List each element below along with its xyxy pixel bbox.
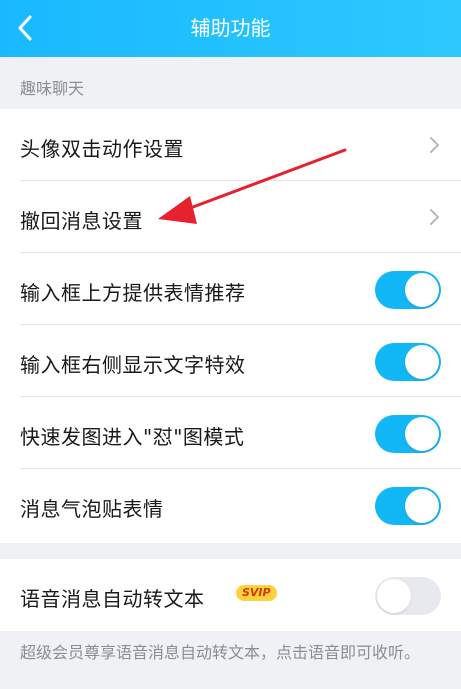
- toggle-knob: [405, 273, 439, 307]
- toggle-knob: [405, 417, 439, 451]
- bubble-stickers-toggle[interactable]: [375, 487, 441, 525]
- setting-label: 撤回消息设置: [20, 209, 143, 233]
- emoji-recommend-toggle[interactable]: [375, 271, 441, 309]
- voice-settings-list: 语音消息自动转文本 SVIP: [0, 559, 461, 631]
- toggle-knob: [405, 489, 439, 523]
- setting-label: 消息气泡贴表情: [20, 497, 164, 521]
- setting-row-voice-to-text: 语音消息自动转文本 SVIP: [0, 559, 461, 631]
- setting-row-recall-message[interactable]: 撤回消息设置: [0, 181, 461, 253]
- svip-badge: SVIP: [236, 585, 277, 601]
- chevron-right-icon: [430, 209, 439, 225]
- footnote-text: 超级会员尊享语音消息自动转文本，点击语音即可收听。: [20, 643, 421, 662]
- toggle-knob: [377, 579, 411, 613]
- setting-row-quick-image-mode: 快速发图进入"怼"图模式: [0, 397, 461, 469]
- voice-to-text-toggle[interactable]: [375, 577, 441, 615]
- section-header: 趣味聊天: [0, 57, 461, 109]
- setting-row-text-effects: 输入框右侧显示文字特效: [0, 325, 461, 397]
- chevron-right-icon: [430, 137, 439, 153]
- setting-row-bubble-stickers: 消息气泡贴表情: [0, 469, 461, 541]
- section-title: 趣味聊天: [20, 79, 85, 98]
- setting-row-avatar-double-tap[interactable]: 头像双击动作设置: [0, 109, 461, 181]
- setting-row-emoji-recommend: 输入框上方提供表情推荐: [0, 253, 461, 325]
- quick-image-mode-toggle[interactable]: [375, 415, 441, 453]
- setting-label: 输入框右侧显示文字特效: [20, 353, 246, 377]
- text-effects-toggle[interactable]: [375, 343, 441, 381]
- setting-label: 头像双击动作设置: [20, 137, 184, 161]
- setting-label: 输入框上方提供表情推荐: [20, 281, 246, 305]
- setting-label: 语音消息自动转文本: [20, 587, 205, 611]
- settings-list: 头像双击动作设置 撤回消息设置 输入框上方提供表情推荐 输入框右侧显示文字特效 …: [0, 109, 461, 543]
- top-nav-bar: 辅助功能: [0, 0, 461, 57]
- setting-label: 快速发图进入"怼"图模式: [20, 425, 245, 449]
- page-title: 辅助功能: [190, 16, 271, 40]
- toggle-knob: [405, 345, 439, 379]
